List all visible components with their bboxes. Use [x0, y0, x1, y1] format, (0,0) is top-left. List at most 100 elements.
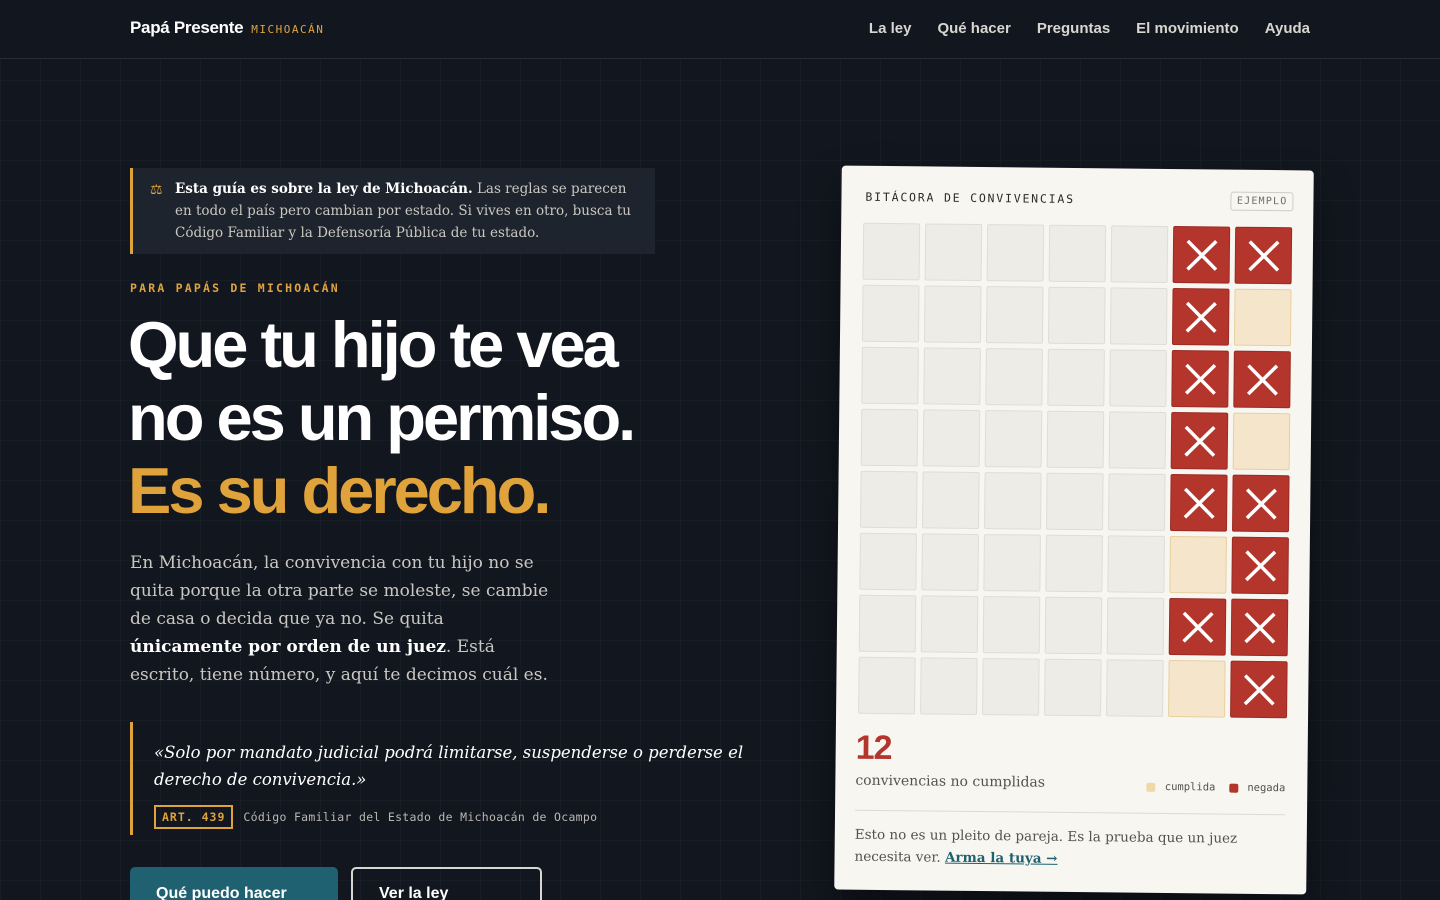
log-cell-empty [984, 472, 1042, 530]
what-can-i-do-button[interactable]: Qué puedo hacer hoy [130, 867, 338, 900]
log-cell-empty [860, 408, 919, 467]
log-cell-empty [1110, 225, 1169, 283]
cross-icon [1245, 362, 1279, 396]
legend-swatch-cumplida [1146, 782, 1156, 792]
log-cell-empty [922, 471, 980, 530]
visitation-log-card: BITÁCORA DE CONVIVENCIAS EJEMPLO 12 conv… [834, 165, 1314, 895]
log-cell-negada [1231, 536, 1289, 595]
nav-preguntas[interactable]: Preguntas [1037, 20, 1110, 37]
log-cell-empty [920, 657, 978, 715]
log-cell-empty [1044, 658, 1102, 717]
log-cell-empty [1107, 535, 1165, 593]
log-cell-empty [1108, 411, 1167, 469]
log-cell-empty [1047, 348, 1105, 407]
cross-icon [1182, 486, 1216, 520]
log-cell-empty [982, 596, 1041, 654]
log-cell-empty [986, 224, 1045, 282]
lede-bold: únicamente por orden de un juez [130, 637, 446, 657]
stat-number: 12 [855, 728, 892, 768]
log-cell-negada [1230, 660, 1288, 719]
log-cell-negada [1172, 226, 1231, 284]
log-cell-cumplida [1169, 536, 1227, 594]
log-cell-empty [985, 348, 1043, 406]
cross-icon [1243, 548, 1277, 582]
log-cell-empty [920, 595, 979, 653]
citation-source: Código Familiar del Estado de Michoacán … [243, 810, 598, 824]
cross-icon [1184, 300, 1218, 334]
cross-icon [1183, 362, 1217, 396]
notice-bold: Esta guía es sobre la ley de Michoacán. [175, 181, 473, 197]
scales-icon: ⚖ [150, 182, 163, 198]
example-badge: EJEMPLO [1230, 191, 1294, 212]
log-cell-empty [1109, 349, 1167, 407]
card-note: Esto no es un pleito de pareja. Es la pr… [854, 824, 1284, 873]
log-cell-empty [1045, 534, 1103, 593]
log-cell-empty [924, 223, 983, 282]
see-full-law-button[interactable]: Ver la ley completa [351, 867, 542, 900]
legend-label-cumplida: cumplida [1164, 780, 1216, 794]
card-divider [855, 809, 1286, 816]
legend-label-negada: negada [1247, 781, 1286, 795]
log-cell-empty [1106, 597, 1165, 655]
stat-label: convivencias no cumplidas [855, 772, 1046, 791]
nav-la-ley[interactable]: La ley [869, 20, 912, 37]
nav-el-movimiento[interactable]: El movimiento [1136, 20, 1239, 37]
log-cell-empty [922, 409, 981, 468]
cross-icon [1242, 610, 1276, 644]
legend-swatch-negada [1229, 783, 1239, 793]
article-badge: ART. 439 [154, 805, 234, 829]
log-cell-empty [921, 533, 979, 592]
main-nav: La ley Qué hacer Preguntas El movimiento… [869, 20, 1310, 37]
log-cell-empty [862, 222, 921, 281]
headline-line-2: no es un permiso. [128, 381, 636, 454]
card-title: BITÁCORA DE CONVIVENCIAS [865, 189, 1075, 206]
log-cell-empty [1044, 596, 1103, 655]
log-cell-empty [1107, 473, 1166, 531]
hero-headline: Que tu hijo te vea no es un permiso. Es … [128, 308, 636, 527]
log-cell-empty [858, 594, 917, 653]
top-bar: Papá Presente MICHOACÁN La ley Qué hacer… [0, 0, 1440, 59]
headline-line-1: Que tu hijo te vea [128, 308, 619, 381]
log-cell-empty [860, 470, 918, 529]
log-cell-empty [983, 534, 1041, 592]
cross-icon [1246, 238, 1280, 272]
log-cell-negada [1171, 288, 1230, 346]
log-cell-empty [861, 346, 919, 405]
log-cell-empty [923, 285, 982, 344]
log-grid [858, 222, 1293, 719]
log-cell-empty [923, 347, 981, 406]
log-cell-empty [861, 284, 920, 343]
nav-ayuda[interactable]: Ayuda [1265, 20, 1310, 37]
log-cell-empty [1048, 224, 1107, 283]
log-cell-negada [1170, 412, 1229, 470]
log-cell-negada [1171, 350, 1229, 408]
log-cell-empty [1106, 659, 1164, 717]
brand[interactable]: Papá Presente MICHOACÁN [130, 18, 324, 38]
headline-accent: Es su derecho. [128, 454, 551, 527]
build-yours-link[interactable]: Arma la tuya → [945, 850, 1058, 867]
log-cell-negada [1169, 474, 1228, 532]
log-cell-empty [1046, 472, 1104, 531]
hero-eyebrow: PARA PAPÁS DE MICHOACÁN [130, 281, 340, 295]
log-cell-empty [859, 532, 917, 591]
state-notice: ⚖ Esta guía es sobre la ley de Michoacán… [130, 168, 655, 254]
legend-item-negada: negada [1229, 781, 1286, 795]
log-cell-empty [985, 286, 1044, 344]
nav-que-hacer[interactable]: Qué hacer [937, 20, 1010, 37]
lede-part-1: En Michoacán, la convivencia con tu hijo… [130, 553, 549, 629]
brand-name[interactable]: Papá Presente [130, 18, 244, 38]
log-cell-empty [1046, 410, 1105, 469]
log-cell-negada [1234, 226, 1293, 285]
cross-icon [1184, 238, 1218, 272]
log-cell-cumplida [1233, 288, 1292, 347]
quote-citation: ART. 439 Código Familiar del Estado de M… [154, 805, 770, 829]
log-cell-negada [1233, 350, 1291, 409]
log-cell-empty [858, 656, 916, 715]
cross-icon [1180, 610, 1214, 644]
log-cell-negada [1168, 598, 1227, 656]
hero-lede: En Michoacán, la convivencia con tu hijo… [130, 549, 550, 689]
cross-icon [1244, 486, 1278, 520]
log-cell-cumplida [1232, 412, 1291, 471]
legend-item-cumplida: cumplida [1146, 780, 1216, 794]
quote-text: «Solo por mandato judicial podrá limitar… [154, 743, 744, 789]
